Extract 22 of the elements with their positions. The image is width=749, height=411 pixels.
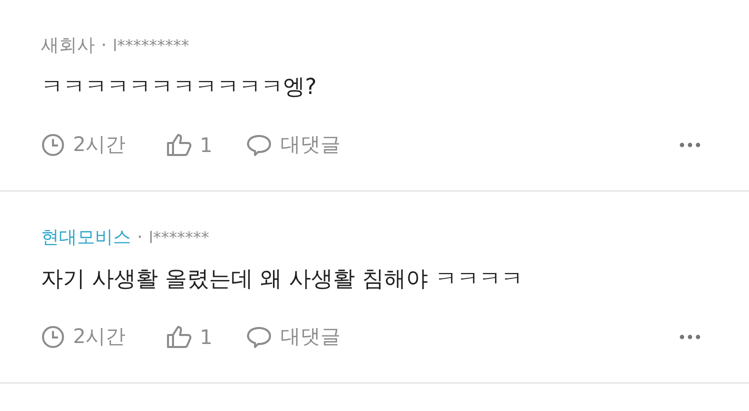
thumbs-up-icon	[166, 132, 192, 156]
more-options-icon[interactable]	[679, 334, 701, 340]
more-options-icon[interactable]	[679, 142, 701, 148]
like-button[interactable]: 1	[166, 324, 212, 348]
comment-text: 자기 사생활 올렸는데 왜 사생활 침해야 ㅋㅋㅋㅋ	[41, 266, 524, 294]
user-id: l*******	[148, 228, 210, 246]
time-text: 2시간	[73, 323, 126, 350]
user-id: l*********	[112, 36, 190, 54]
clock-icon	[41, 324, 65, 348]
thumbs-up-icon	[166, 324, 192, 348]
clock-icon	[41, 132, 65, 156]
reply-button[interactable]: 대댓글	[246, 131, 340, 158]
reply-button[interactable]: 대댓글	[246, 323, 340, 350]
speech-bubble-icon	[246, 132, 272, 156]
separator-dot: ·	[137, 226, 143, 248]
like-button[interactable]: 1	[166, 132, 212, 156]
company-name: 현대모비스	[41, 226, 131, 249]
speech-bubble-icon	[246, 324, 272, 348]
time-text: 2시간	[73, 131, 126, 158]
separator-dot: ·	[101, 34, 107, 56]
company-name: 새회사	[41, 34, 95, 57]
comment-text: ㅋㅋㅋㅋㅋㅋㅋㅋㅋㅋㅋ엥?	[41, 74, 318, 102]
